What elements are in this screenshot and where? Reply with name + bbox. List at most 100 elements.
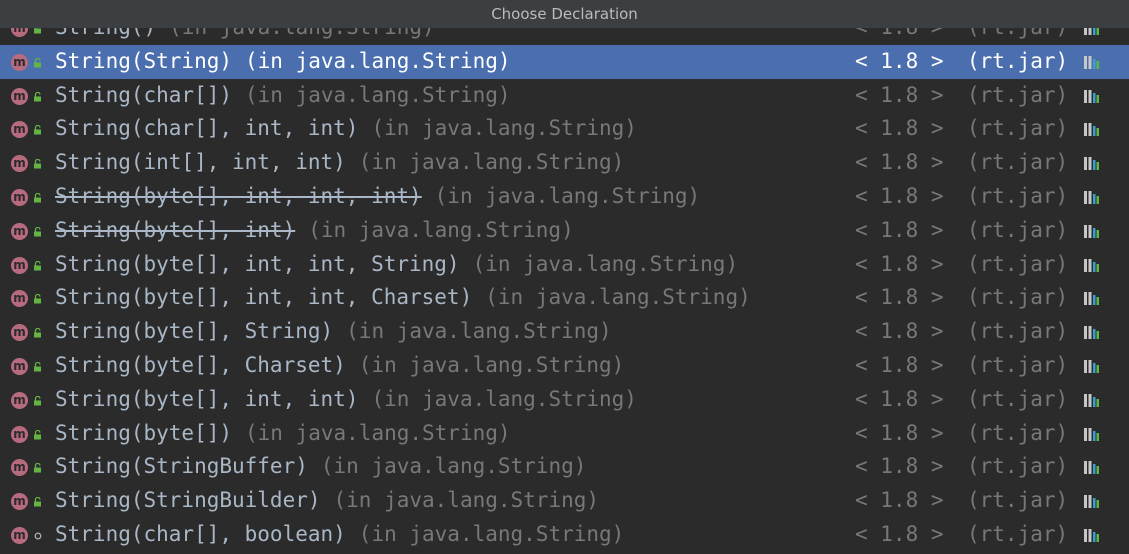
signature-text: String(byte[], String) [55,319,334,344]
jar-name: (rt.jar) [967,352,1069,377]
jar-name: (rt.jar) [967,521,1069,546]
declaration-location: (in java.lang.String) [320,454,587,479]
declaration-location: (in java.lang.String) [371,386,637,411]
declaration-item[interactable]: m String(String) (in java.lang.String) < 1.… [0,44,1129,79]
declaration-item[interactable]: m String(byte[], int, int, int) (in java.l… [0,180,1129,214]
circle-icon [34,532,42,540]
declaration-item[interactable]: m String(char[]) (in java.lang.String) < 1.… [0,79,1129,113]
jdk-version: < 1.8 > [855,217,944,242]
declaration-signature: String(byte[], int, int, String) (in java… [55,248,738,282]
method-icon: m [11,53,28,71]
library-icon [1084,461,1099,475]
declaration-item[interactable]: m String(byte[], int, int) (in java.lang.S… [0,383,1129,417]
jdk-version: < 1.8 > [855,420,944,445]
method-icon: m [11,459,28,477]
declaration-signature: String(byte[], int, int, Charset) (in jav… [55,281,751,315]
signature-text: String(byte[], int, int) [55,386,359,411]
declaration-item[interactable]: m String(StringBuffer) (in java.lang.Strin… [0,450,1129,484]
unlock-icon [34,328,41,338]
declaration-item[interactable]: m String(char[], int, int) (in java.lang.S… [0,112,1129,146]
method-icon: m [11,324,28,342]
library-icon [1084,427,1099,441]
declaration-location: (in java.lang.String) [358,352,625,377]
declaration-location: (in java.lang.String) [371,116,637,141]
jar-name: (rt.jar) [967,386,1069,411]
choose-declaration-popup: Choose Declaration mString()(in java.lan… [0,0,1129,554]
declaration-item[interactable]: m String(int[], int, int) (in java.lang.St… [0,146,1129,180]
declaration-item[interactable]: m String(StringBuilder) (in java.lang.Stri… [0,484,1129,518]
signature-text: String(byte[], int) [55,217,296,242]
declaration-signature: String(char[]) (in java.lang.String) [55,79,511,113]
method-icon: m [11,222,28,240]
unlock-icon [34,294,41,304]
library-icon [1084,495,1099,509]
declaration-item[interactable]: m String(byte[], int, int, Charset) (in ja… [0,281,1129,315]
unlock-icon [34,361,41,372]
jdk-version: < 1.8 > [855,150,944,175]
declaration-location: (in java.lang.String) [333,488,600,513]
declaration-location: (in java.lang.String) [245,82,511,107]
signature-text: String(byte[], int, int, String) [55,251,460,276]
declaration-location: (in java.lang.String) [245,48,511,73]
method-icon: m [11,121,28,139]
jdk-version: < 1.8 > [855,386,944,411]
declaration-location: (in java.lang.String) [308,217,574,242]
unlock-icon [34,497,41,507]
method-icon: m [11,155,28,173]
library-icon [1084,55,1099,69]
declaration-location: (in java.lang.String) [245,420,511,445]
declaration-signature: String(char[], boolean) (in java.lang.Str… [55,518,624,552]
declaration-item[interactable]: m String(byte[], int) (in java.lang.String… [0,214,1129,248]
jar-name: (rt.jar) [967,488,1069,513]
signature-text: String(char[], int, int) [55,116,359,141]
jar-name: (rt.jar) [967,217,1069,242]
library-icon [1084,89,1099,103]
method-icon: m [11,87,28,105]
unlock-icon [34,125,41,135]
jar-name: (rt.jar) [967,454,1069,479]
declaration-location: (in java.lang.String) [358,521,625,546]
jar-name: (rt.jar) [967,150,1069,175]
library-icon [1084,292,1099,306]
popup-title: Choose Declaration [0,0,1129,28]
method-icon: m [11,526,28,544]
declaration-item[interactable]: m String(byte[], Charset) (in java.lang.St… [0,349,1129,383]
library-icon [1084,359,1099,373]
unlock-icon [34,429,41,440]
declaration-signature: String(byte[], int) (in java.lang.String) [55,214,574,248]
declaration-signature: String(byte[]) (in java.lang.String) [55,417,511,451]
declaration-signature: String(byte[], Charset) (in java.lang.Str… [55,349,624,383]
declaration-item[interactable]: m String(byte[], String) (in java.lang.Str… [0,315,1129,349]
jar-name: (rt.jar) [967,48,1069,73]
declaration-location: (in java.lang.String) [434,183,701,208]
declaration-signature: String(int[], int, int) (in java.lang.Str… [55,146,624,180]
declaration-signature: String(byte[], String) (in java.lang.Stri… [55,315,612,349]
method-icon: m [11,493,28,511]
signature-text: String(StringBuffer) [55,454,308,479]
declaration-signature: String(byte[], int, int, int) (in java.la… [55,180,700,214]
signature-text: String(char[], boolean) [55,521,346,546]
jar-name: (rt.jar) [967,319,1069,344]
signature-text: String(StringBuilder) [55,488,321,513]
method-icon: m [11,290,28,308]
jdk-version: < 1.8 > [855,488,944,513]
unlock-icon [34,226,41,237]
jar-name: (rt.jar) [967,82,1069,107]
method-icon: m [11,256,28,274]
unlock-icon [34,463,41,473]
method-icon: m [11,188,28,206]
declaration-location: (in java.lang.String) [485,285,751,310]
declaration-location: (in java.lang.String) [346,319,612,344]
method-icon: m [11,391,28,409]
declaration-item[interactable]: m String(byte[]) (in java.lang.String) < 1.… [0,417,1129,451]
library-icon [1084,224,1099,238]
signature-text: String(byte[], Charset) [55,352,346,377]
declaration-list[interactable]: mString()(in java.lang.String)< 1.8 >(rt… [0,11,1129,552]
signature-text: String(byte[], int, int, int) [55,183,422,208]
library-icon [1084,190,1099,204]
declaration-item[interactable]: m String(char[], boolean) (in java.lang.St… [0,518,1129,552]
jar-name: (rt.jar) [967,420,1069,445]
jar-name: (rt.jar) [967,251,1069,276]
declaration-item[interactable]: m String(byte[], int, int, String) (in jav… [0,248,1129,282]
declaration-location: (in java.lang.String) [358,150,625,175]
